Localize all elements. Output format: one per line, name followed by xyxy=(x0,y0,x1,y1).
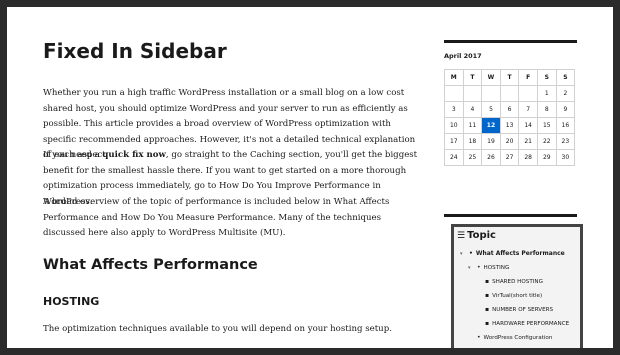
calendar-weekday: T xyxy=(499,69,520,86)
hosting-paragraph: The optimization techniques available to… xyxy=(43,324,392,334)
calendar-day[interactable]: 29 xyxy=(536,149,557,166)
calendar-week: 12 xyxy=(444,85,576,102)
toc-item-label: NUMBER OF SERVERS xyxy=(492,307,554,313)
calendar-day[interactable]: 16 xyxy=(555,117,576,134)
calendar-divider xyxy=(444,40,577,43)
calendar-empty-cell xyxy=(481,85,501,102)
overview-paragraph: A broad overview of the topic of perform… xyxy=(43,197,390,239)
topic-divider xyxy=(444,214,577,217)
calendar-day[interactable]: 15 xyxy=(536,117,557,134)
toc-item[interactable]: ▪ NUMBER OF SERVERS xyxy=(476,306,553,313)
section-heading: What Affects Performance xyxy=(43,257,258,273)
toc-item-label: HARDWARE PERFORMANCE xyxy=(492,321,570,327)
calendar-weekday: T xyxy=(462,69,483,86)
calendar-weekday: S xyxy=(536,69,557,86)
toc-item-label: What Affects Performance xyxy=(475,250,565,257)
calendar-day[interactable]: 12 xyxy=(481,117,501,134)
calendar-day[interactable]: 13 xyxy=(499,117,520,134)
toc-heading-label: Topic xyxy=(467,230,496,241)
toc-item[interactable]: ▾ • What Affects Performance xyxy=(460,250,565,257)
calendar-day[interactable]: 6 xyxy=(499,101,520,118)
subsection-heading: HOSTING xyxy=(43,295,100,308)
toc-item[interactable]: • WordPress Configuration xyxy=(468,334,552,341)
calendar-day[interactable]: 30 xyxy=(555,149,576,166)
calendar-day[interactable]: 4 xyxy=(462,101,483,118)
calendar-day[interactable]: 22 xyxy=(536,133,557,150)
calendar-week: 10 11 12 13 14 15 16 xyxy=(444,117,576,134)
toc-item-label: SHARED HOSTING xyxy=(492,279,543,285)
toc-heading[interactable]: ☰ Topic xyxy=(457,230,496,241)
chevron-down-icon[interactable]: ▾ xyxy=(468,265,477,271)
calendar-empty-cell xyxy=(462,85,483,102)
calendar-caption: April 2017 xyxy=(444,52,482,60)
toc-item[interactable]: ▪ SHARED HOSTING xyxy=(476,278,543,285)
toc-item-label: VirTual(short title) xyxy=(492,293,543,299)
calendar-day[interactable]: 25 xyxy=(462,149,483,166)
list-icon: ☰ xyxy=(457,231,466,241)
toc-item-label: WordPress Configuration xyxy=(483,335,553,341)
calendar-day[interactable]: 21 xyxy=(518,133,538,150)
toc-item-label: HOSTING xyxy=(483,265,510,271)
calendar-day[interactable]: 5 xyxy=(481,101,501,118)
calendar-weekday: M xyxy=(444,69,464,86)
calendar-day[interactable]: 17 xyxy=(444,133,464,150)
calendar-day[interactable]: 23 xyxy=(555,133,576,150)
calendar-day[interactable]: 27 xyxy=(499,149,520,166)
calendar-day[interactable]: 3 xyxy=(444,101,464,118)
calendar-day[interactable]: 28 xyxy=(518,149,538,166)
bullet-icon: • xyxy=(477,264,481,271)
calendar-week: 17 18 19 20 21 22 23 xyxy=(444,133,576,150)
bullet-icon: ▪ xyxy=(485,320,490,327)
toc-item[interactable]: ▾ • HOSTING xyxy=(468,264,509,271)
toc-item[interactable]: ▪ VirTual(short title) xyxy=(476,292,542,299)
calendar-day[interactable]: 9 xyxy=(555,101,576,118)
calendar-day[interactable]: 18 xyxy=(462,133,483,150)
calendar-weekday: W xyxy=(481,69,501,86)
calendar-day[interactable]: 14 xyxy=(518,117,538,134)
bullet-icon: ▪ xyxy=(485,306,490,313)
table-of-contents: ☰ Topic ▾ • What Affects Performance ▾ • HOSTI… xyxy=(451,224,583,348)
bullet-icon: • xyxy=(469,250,473,257)
bullet-icon: • xyxy=(477,334,481,341)
bullet-icon: ▪ xyxy=(485,278,490,285)
calendar-day[interactable]: 8 xyxy=(536,101,557,118)
chevron-down-icon[interactable]: ▾ xyxy=(460,251,469,257)
calendar-widget: MTWTFSS 1 2 3 4 5 6 7 8 9 10 11 12 13 14 15 16 17 18 19 20 2… xyxy=(444,69,576,166)
calendar-week: 24 25 26 27 28 29 30 xyxy=(444,149,576,166)
calendar-week: 3456789 xyxy=(444,101,576,118)
calendar-day[interactable]: 1 xyxy=(536,85,557,102)
calendar-day[interactable]: 26 xyxy=(481,149,501,166)
page-title: Fixed In Sidebar xyxy=(43,39,227,63)
calendar-day[interactable]: 2 xyxy=(555,85,576,102)
calendar-day[interactable]: 19 xyxy=(481,133,501,150)
calendar-weekday: S xyxy=(555,69,576,86)
toc-item[interactable]: ▪ HARDWARE PERFORMANCE xyxy=(476,320,569,327)
calendar-weekday: F xyxy=(518,69,538,86)
calendar-empty-cell xyxy=(444,85,464,102)
calendar-day[interactable]: 10 xyxy=(444,117,464,134)
calendar-empty-cell xyxy=(518,85,538,102)
calendar-day[interactable]: 24 xyxy=(444,149,464,166)
bullet-icon: ▪ xyxy=(485,292,490,299)
quick-fix-text-before: If you need a xyxy=(43,150,103,160)
calendar-empty-cell xyxy=(499,85,520,102)
calendar-day[interactable]: 7 xyxy=(518,101,538,118)
calendar-day[interactable]: 11 xyxy=(462,117,483,134)
calendar-day[interactable]: 20 xyxy=(499,133,520,150)
quick-fix-bold: quick fix now xyxy=(102,150,166,160)
page-frame: Fixed In Sidebar Whether you run a high … xyxy=(7,7,613,348)
